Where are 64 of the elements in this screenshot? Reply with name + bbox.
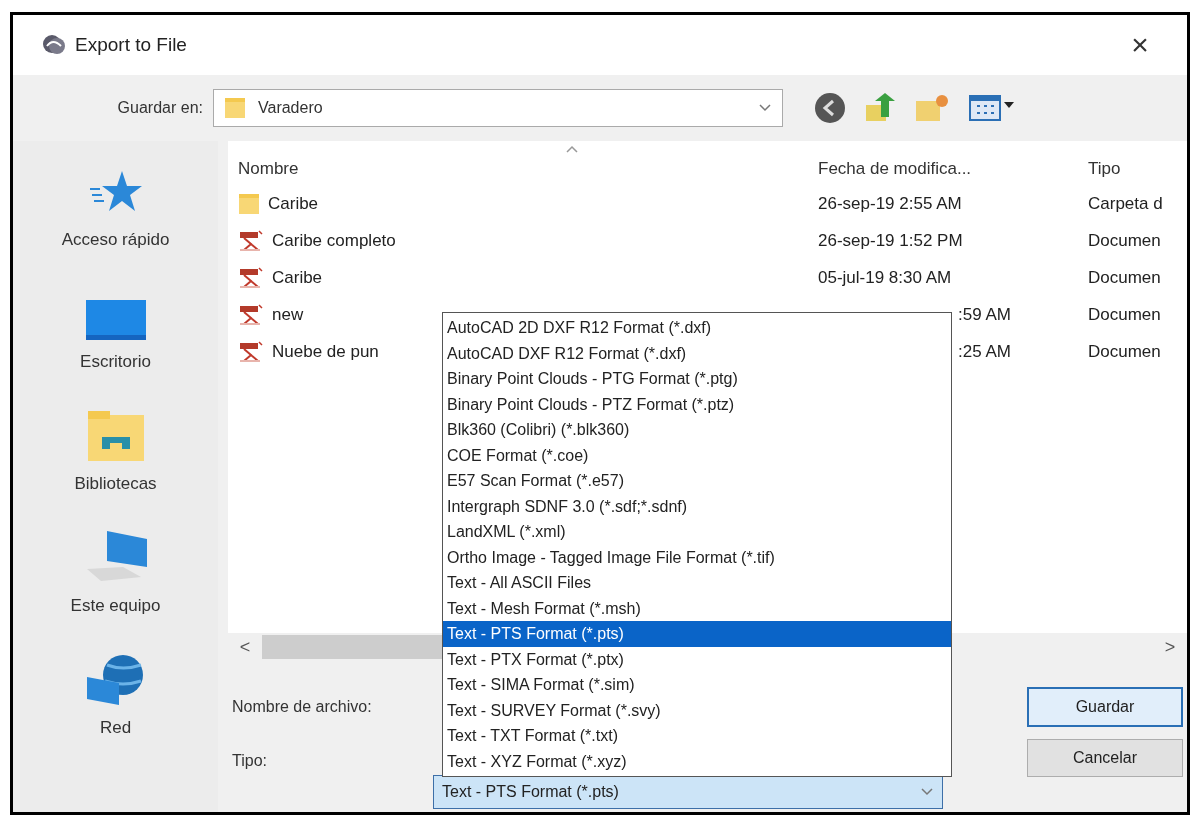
close-button[interactable]: × bbox=[1125, 30, 1155, 60]
scroll-left-button[interactable]: < bbox=[236, 633, 254, 661]
file-type-label: Tipo: bbox=[232, 751, 268, 771]
file-date: 26-sep-19 2:55 AM bbox=[818, 192, 962, 215]
column-header[interactable]: Tipo bbox=[1088, 155, 1187, 181]
file-type-option[interactable]: Blk360 (Colibri) (*.blk360) bbox=[443, 417, 951, 443]
file-type: Documen bbox=[1088, 303, 1162, 326]
file-type-option[interactable]: Text - SIMA Format (*.sim) bbox=[443, 672, 951, 698]
back-icon[interactable] bbox=[813, 91, 847, 125]
file-type-option[interactable]: Text - All ASCII Files bbox=[443, 570, 951, 596]
file-type-option[interactable]: AutoCAD 2D DXF R12 Format (*.dxf) bbox=[443, 315, 951, 341]
file-type-option[interactable]: Binary Point Clouds - PTZ Format (*.ptz) bbox=[443, 391, 951, 417]
file-type: Documen bbox=[1088, 229, 1162, 252]
window-title: Export to File bbox=[75, 32, 187, 57]
file-name-label: Nombre de archivo: bbox=[232, 697, 373, 717]
file-type: Documen bbox=[1088, 266, 1162, 289]
chevron-down-icon bbox=[758, 103, 772, 113]
sidebar-item[interactable]: Acceso rápido bbox=[61, 227, 170, 253]
file-type-option[interactable]: Ortho Image - Tagged Image File Format (*.tif) bbox=[443, 544, 951, 570]
file-type-dropdown[interactable]: Text - PTS Format (*.pts) bbox=[433, 775, 943, 809]
scrollbar-thumb[interactable] bbox=[262, 635, 442, 659]
pdf-file-icon bbox=[238, 266, 264, 289]
location-value: Varadero bbox=[258, 98, 323, 118]
file-type: Documen bbox=[1088, 340, 1162, 363]
location-dropdown[interactable]: Varadero bbox=[213, 89, 783, 127]
pdf-file-icon bbox=[238, 340, 264, 363]
file-type-option[interactable]: Text - XYZ Format (*.xyz) bbox=[443, 748, 951, 774]
file-type-option[interactable]: COE Format (*.coe) bbox=[443, 442, 951, 468]
file-type: Carpeta d bbox=[1088, 192, 1164, 215]
folder-icon bbox=[238, 191, 260, 216]
file-date: :59 AM bbox=[958, 303, 1011, 326]
file-type-option[interactable]: Text - PTS Format (*.pts) bbox=[443, 621, 951, 647]
file-type-option[interactable]: AutoCAD DXF R12 Format (*.dxf) bbox=[443, 340, 951, 366]
sidebar-item[interactable]: Bibliotecas bbox=[74, 471, 157, 497]
sidebar-item[interactable]: Red bbox=[99, 715, 132, 741]
column-header[interactable]: Fecha de modifica... bbox=[818, 155, 1088, 181]
dialog-button[interactable]: Guardar bbox=[1027, 687, 1183, 727]
file-date: 26-sep-19 1:52 PM bbox=[818, 229, 963, 252]
location-label: Guardar en: bbox=[116, 98, 204, 118]
file-name[interactable]: Caribe bbox=[268, 190, 319, 217]
file-type-option[interactable]: Binary Point Clouds - PTG Format (*.ptg) bbox=[443, 366, 951, 392]
column-header[interactable]: Nombre bbox=[238, 155, 818, 181]
pdf-file-icon bbox=[238, 229, 264, 252]
file-type-option[interactable]: Text - SURVEY Format (*.svy) bbox=[443, 697, 951, 723]
file-name[interactable]: Caribe completo bbox=[272, 227, 396, 254]
file-type-option[interactable]: LandXML (*.xml) bbox=[443, 519, 951, 545]
file-type-option[interactable]: Text - TXT Format (*.txt) bbox=[443, 723, 951, 749]
file-name[interactable]: Nuebe de pun bbox=[272, 338, 379, 365]
file-date: 05-jul-19 8:30 AM bbox=[818, 266, 952, 289]
chevron-down-icon bbox=[920, 787, 934, 797]
file-type-option[interactable]: E57 Scan Format (*.e57) bbox=[443, 468, 951, 494]
sidebar-item[interactable]: Escritorio bbox=[80, 349, 151, 375]
file-type-option[interactable]: Text - PTX Format (*.ptx) bbox=[443, 646, 951, 672]
dialog-button[interactable]: Cancelar bbox=[1027, 739, 1183, 777]
pdf-file-icon bbox=[238, 303, 264, 326]
scroll-right-button[interactable]: > bbox=[1161, 633, 1179, 661]
file-date: :25 AM bbox=[958, 340, 1011, 363]
file-type-option[interactable]: Intergraph SDNF 3.0 (*.sdf;*.sdnf) bbox=[443, 493, 951, 519]
sidebar-item[interactable]: Este equipo bbox=[70, 593, 161, 619]
sort-caret-icon bbox=[565, 145, 579, 153]
file-name[interactable]: Caribe bbox=[272, 264, 323, 291]
file-name[interactable]: new bbox=[272, 301, 304, 328]
folder-icon bbox=[224, 96, 246, 120]
file-type-option[interactable]: Text - Mesh Format (*.msh) bbox=[443, 595, 951, 621]
